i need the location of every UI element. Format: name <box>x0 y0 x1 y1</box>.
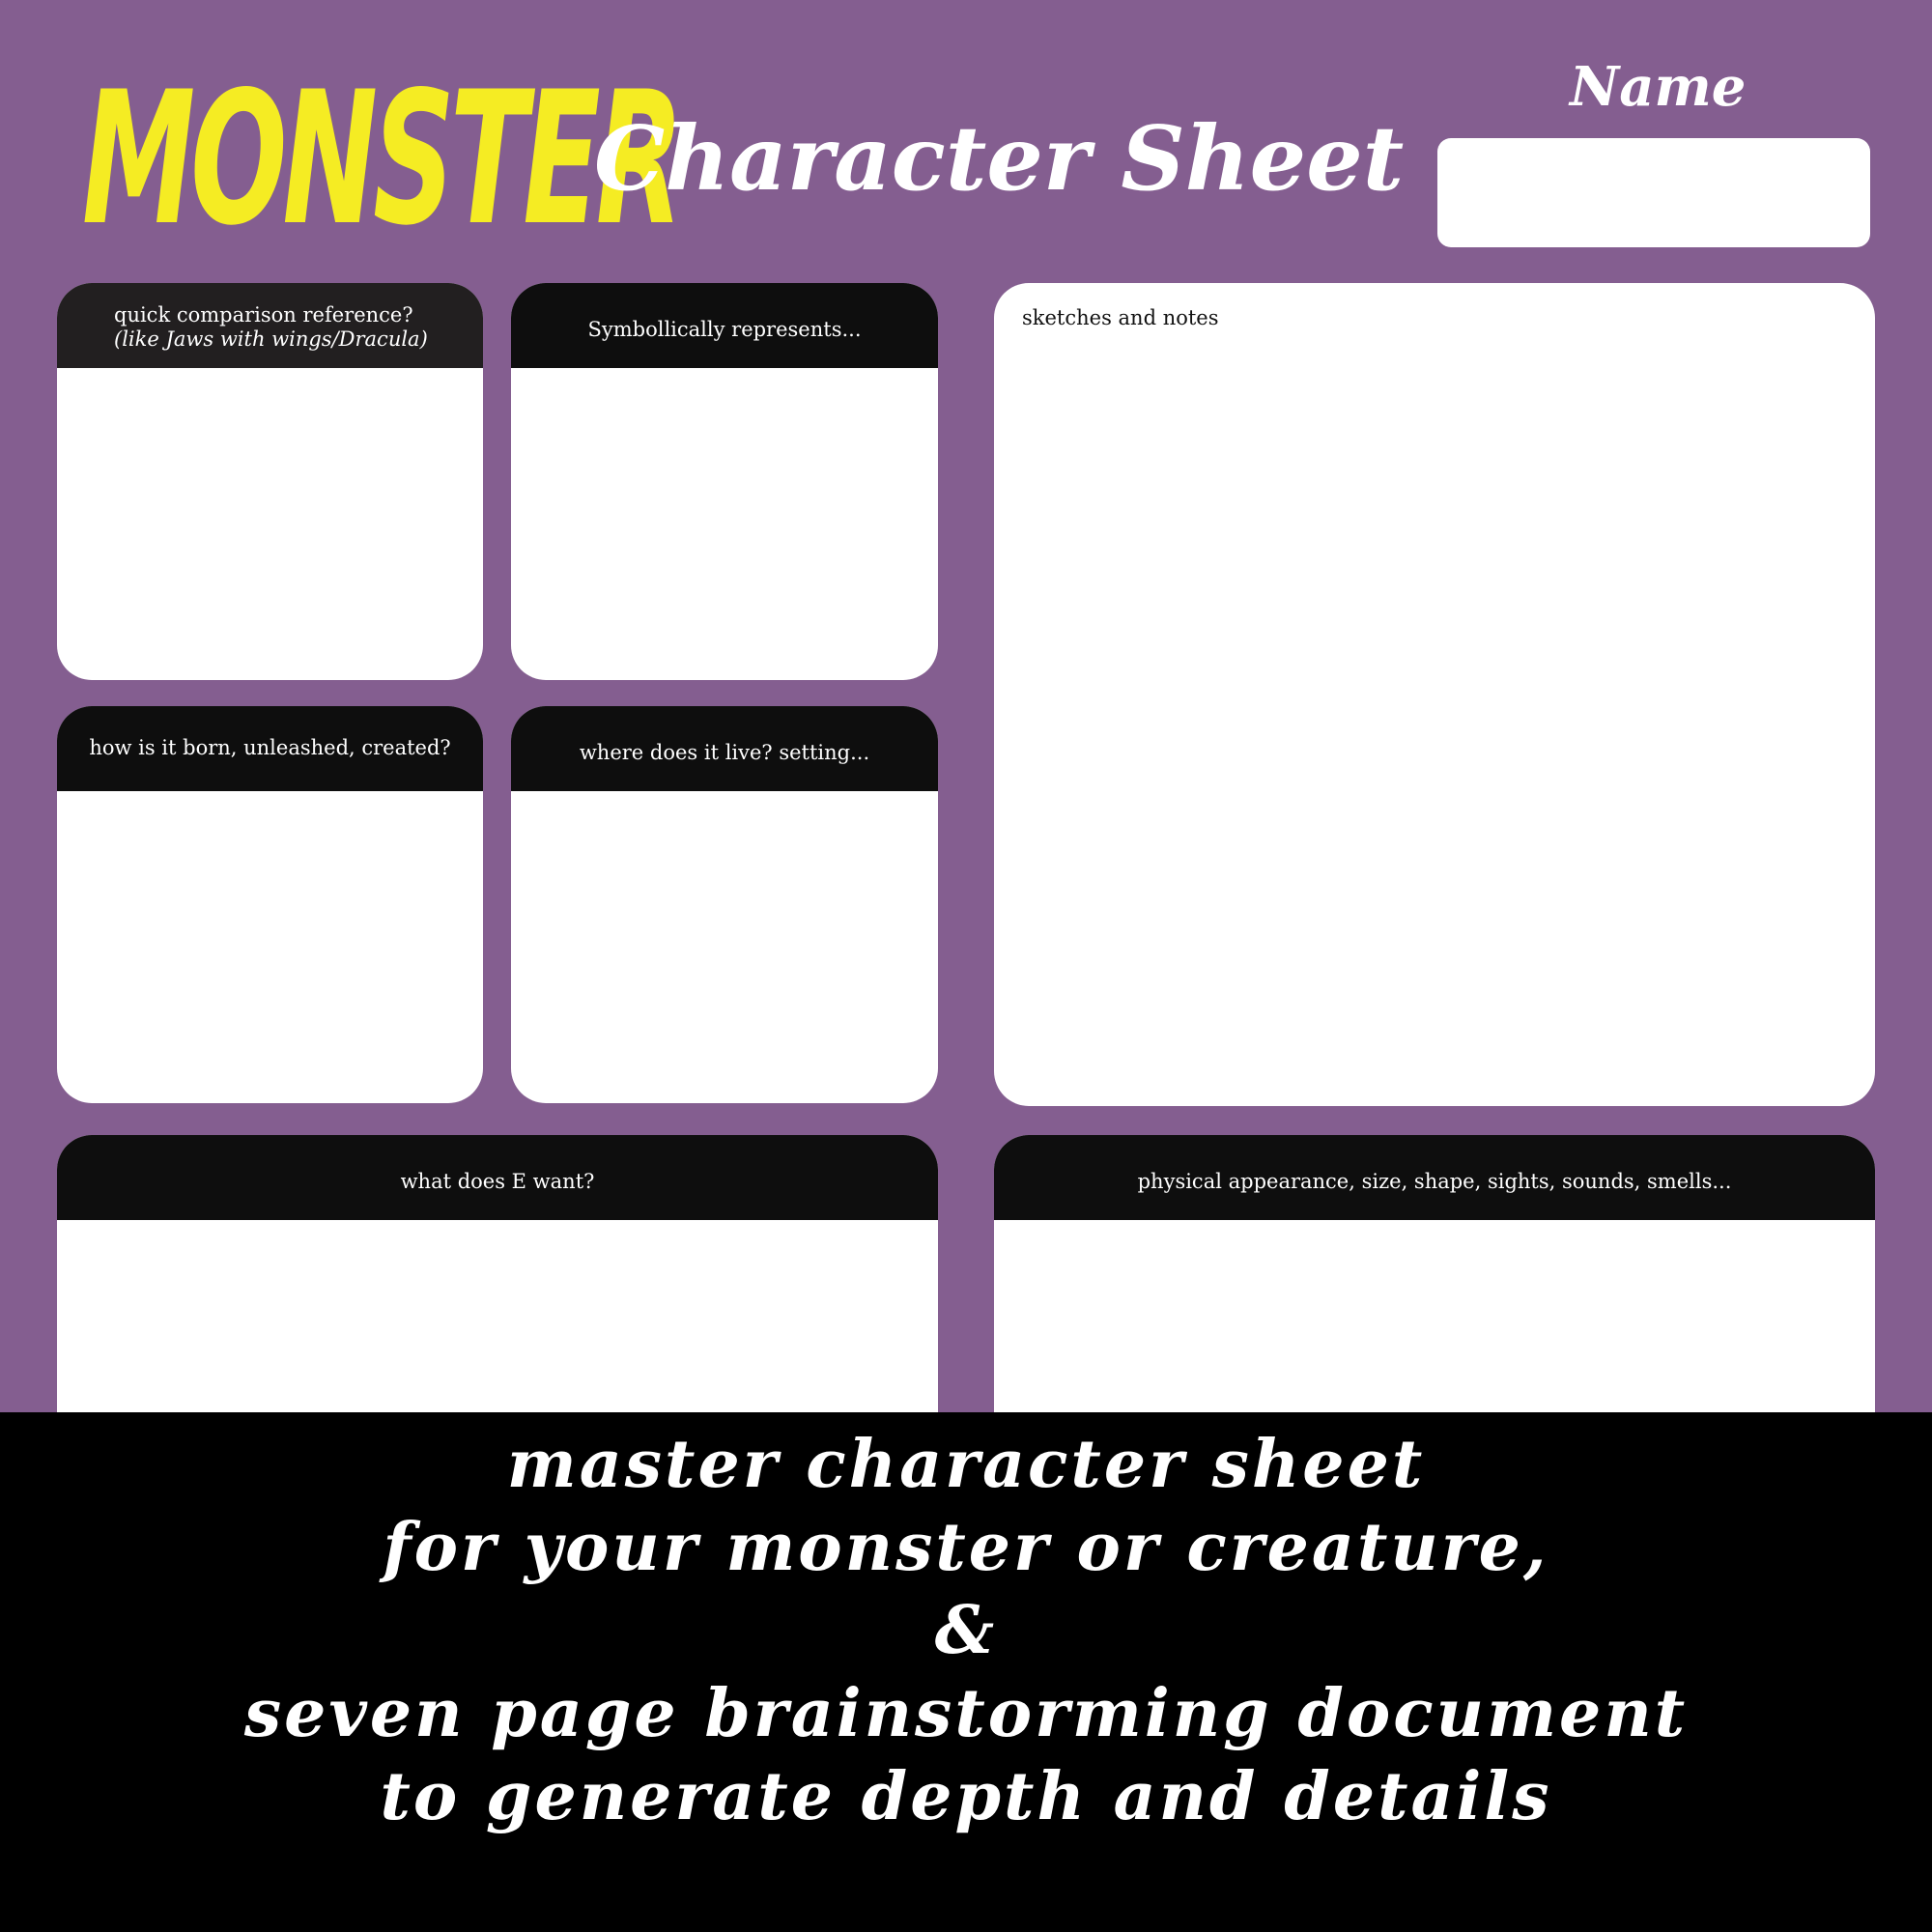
monster-logo: MONSTER <box>82 52 684 266</box>
symbolic-input[interactable] <box>511 368 938 680</box>
comparison-hint: (like Jaws with wings/Dracula) <box>114 327 428 352</box>
appearance-header: physical appearance, size, shape, sights… <box>994 1135 1875 1220</box>
name-label: Name <box>1570 55 1747 119</box>
promo-banner: master character sheet for your monster … <box>0 1412 1932 1932</box>
habitat-label: where does it live? setting... <box>579 741 870 764</box>
banner-line: seven page brainstorming document <box>243 1675 1689 1752</box>
comparison-input[interactable] <box>57 368 483 680</box>
habitat-input[interactable] <box>511 791 938 1103</box>
origin-card: how is it born, unleashed, created? <box>57 706 483 1103</box>
banner-line: to generate depth and details <box>380 1758 1552 1835</box>
symbolic-card: Symbollically represents... <box>511 283 938 680</box>
banner-line: master character sheet <box>506 1426 1426 1503</box>
banner-line: for your monster or creature, <box>383 1509 1549 1586</box>
comparison-header: quick comparison reference? (like Jaws w… <box>57 283 483 368</box>
habitat-header: where does it live? setting... <box>511 706 938 791</box>
sketches-label: sketches and notes <box>1022 306 1219 329</box>
sketches-input[interactable] <box>994 368 1875 1106</box>
want-label: what does E want? <box>400 1170 595 1193</box>
symbolic-header: Symbollically represents... <box>511 283 938 368</box>
origin-label: how is it born, unleashed, created? <box>89 736 451 759</box>
habitat-card: where does it live? setting... <box>511 706 938 1103</box>
page-title: Character Sheet <box>594 106 1405 211</box>
symbolic-label: Symbollically represents... <box>587 318 862 341</box>
want-card: what does E want? <box>57 1135 938 1454</box>
name-input[interactable] <box>1437 138 1870 247</box>
origin-input[interactable] <box>57 791 483 1103</box>
banner-line: & <box>934 1592 998 1669</box>
origin-header: how is it born, unleashed, created? <box>57 706 483 791</box>
comparison-card: quick comparison reference? (like Jaws w… <box>57 283 483 680</box>
want-header: what does E want? <box>57 1135 938 1220</box>
appearance-card: physical appearance, size, shape, sights… <box>994 1135 1875 1454</box>
comparison-label: quick comparison reference? <box>114 303 413 327</box>
sketches-card: sketches and notes <box>994 283 1875 1106</box>
appearance-label: physical appearance, size, shape, sights… <box>1137 1170 1732 1193</box>
